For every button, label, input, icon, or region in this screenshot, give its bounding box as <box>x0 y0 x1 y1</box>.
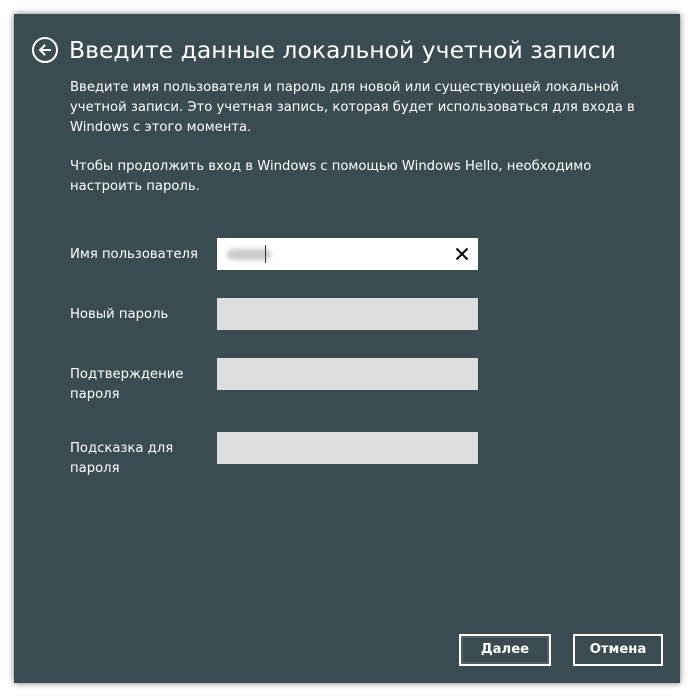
back-button[interactable] <box>32 37 58 63</box>
username-label: Имя пользователя <box>70 247 198 262</box>
new-password-input[interactable] <box>217 298 478 330</box>
text-caret <box>265 245 266 263</box>
password-hint-input[interactable] <box>217 432 478 464</box>
back-arrow-icon <box>38 44 51 56</box>
cancel-button[interactable]: Отмена <box>573 634 663 666</box>
close-icon <box>455 247 469 261</box>
next-button[interactable]: Далее <box>459 634 551 666</box>
confirm-password-label: Подтверждение пароля <box>70 367 184 402</box>
username-input[interactable] <box>217 238 478 270</box>
local-account-dialog: Введите данные локальной учетной записи … <box>14 14 680 683</box>
new-password-label: Новый пароль <box>70 307 169 322</box>
password-hint-label: Подсказка для пароля <box>70 441 174 476</box>
confirm-password-input[interactable] <box>217 358 478 390</box>
clear-button[interactable] <box>454 246 470 262</box>
windows-hello-note: Чтобы продолжить вход в Windows с помощь… <box>70 159 592 194</box>
description-text: Введите имя пользователя и пароль для но… <box>70 80 635 135</box>
page-title: Введите данные локальной учетной записи <box>69 36 616 64</box>
